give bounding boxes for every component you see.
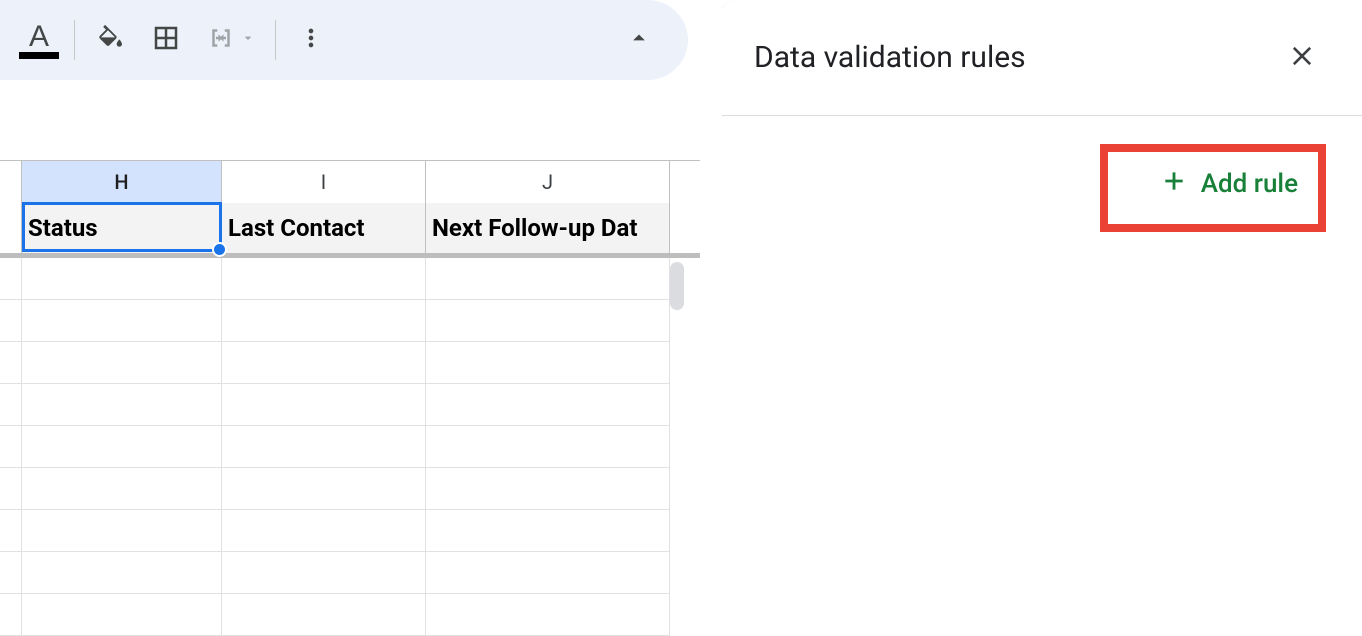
scrollbar-thumb[interactable] — [670, 262, 684, 310]
row-gutter[interactable] — [0, 342, 22, 384]
row-gutter[interactable] — [0, 384, 22, 426]
fill-color-icon — [93, 23, 127, 57]
plus-icon — [1161, 168, 1187, 201]
spreadsheet-area: H I J Status Last Contact Next Follow-up… — [0, 160, 700, 636]
cell[interactable] — [426, 468, 670, 510]
cell[interactable] — [222, 426, 426, 468]
cell[interactable] — [222, 258, 426, 300]
text-color-letter: A — [29, 23, 49, 51]
cell[interactable] — [222, 468, 426, 510]
toolbar-separator — [275, 20, 276, 60]
row-gutter[interactable] — [0, 300, 22, 342]
toolbar: A — [0, 0, 688, 80]
row-gutter[interactable] — [0, 203, 22, 253]
cell-next-followup[interactable]: Next Follow-up Dat — [426, 203, 670, 253]
cell[interactable] — [222, 342, 426, 384]
column-header-j[interactable]: J — [426, 161, 670, 203]
cell-status[interactable]: Status — [22, 203, 222, 253]
close-panel-button[interactable] — [1282, 38, 1322, 78]
toolbar-separator — [74, 20, 75, 60]
borders-button[interactable] — [145, 19, 187, 61]
row-gutter[interactable] — [0, 468, 22, 510]
column-header-i[interactable]: I — [222, 161, 426, 203]
panel-body: Add rule — [722, 116, 1362, 252]
cell-last-contact[interactable]: Last Contact — [222, 203, 426, 253]
cell[interactable] — [22, 510, 222, 552]
merge-cells-button[interactable] — [201, 19, 261, 61]
close-icon — [1288, 42, 1316, 74]
fill-color-button[interactable] — [89, 19, 131, 61]
cell[interactable] — [22, 258, 222, 300]
borders-icon — [151, 23, 181, 57]
collapse-toolbar-button[interactable] — [618, 19, 660, 61]
cell[interactable] — [426, 552, 670, 594]
cell[interactable] — [426, 258, 670, 300]
add-rule-button[interactable]: Add rule — [1133, 146, 1326, 222]
add-rule-label: Add rule — [1201, 169, 1298, 199]
cell[interactable] — [426, 426, 670, 468]
cell[interactable] — [22, 552, 222, 594]
chevron-up-icon — [625, 24, 653, 56]
more-vert-icon — [297, 24, 325, 56]
corner-gutter[interactable] — [0, 161, 22, 203]
data-validation-panel: Data validation rules Add rule — [722, 0, 1362, 630]
cell[interactable] — [22, 468, 222, 510]
text-color-button[interactable]: A — [18, 19, 60, 61]
cell[interactable] — [22, 384, 222, 426]
row-gutter[interactable] — [0, 552, 22, 594]
frozen-header-row: Status Last Contact Next Follow-up Dat — [0, 203, 700, 258]
row-gutter[interactable] — [0, 426, 22, 468]
row-gutter[interactable] — [0, 510, 22, 552]
cell[interactable] — [222, 552, 426, 594]
cell[interactable] — [222, 300, 426, 342]
column-headers: H I J — [0, 160, 700, 203]
cell[interactable] — [22, 426, 222, 468]
cell[interactable] — [426, 342, 670, 384]
cell[interactable] — [222, 510, 426, 552]
chevron-down-icon — [240, 30, 256, 50]
cell[interactable] — [22, 342, 222, 384]
merge-cells-icon — [206, 23, 236, 57]
row-gutter[interactable] — [0, 258, 22, 300]
text-color-icon: A — [24, 23, 54, 57]
column-header-h[interactable]: H — [22, 161, 222, 203]
cell[interactable] — [426, 510, 670, 552]
cell[interactable] — [222, 384, 426, 426]
cell[interactable] — [426, 384, 670, 426]
panel-title: Data validation rules — [754, 40, 1026, 75]
more-button[interactable] — [290, 19, 332, 61]
cell[interactable] — [22, 300, 222, 342]
panel-header: Data validation rules — [722, 0, 1362, 116]
cell[interactable] — [426, 300, 670, 342]
